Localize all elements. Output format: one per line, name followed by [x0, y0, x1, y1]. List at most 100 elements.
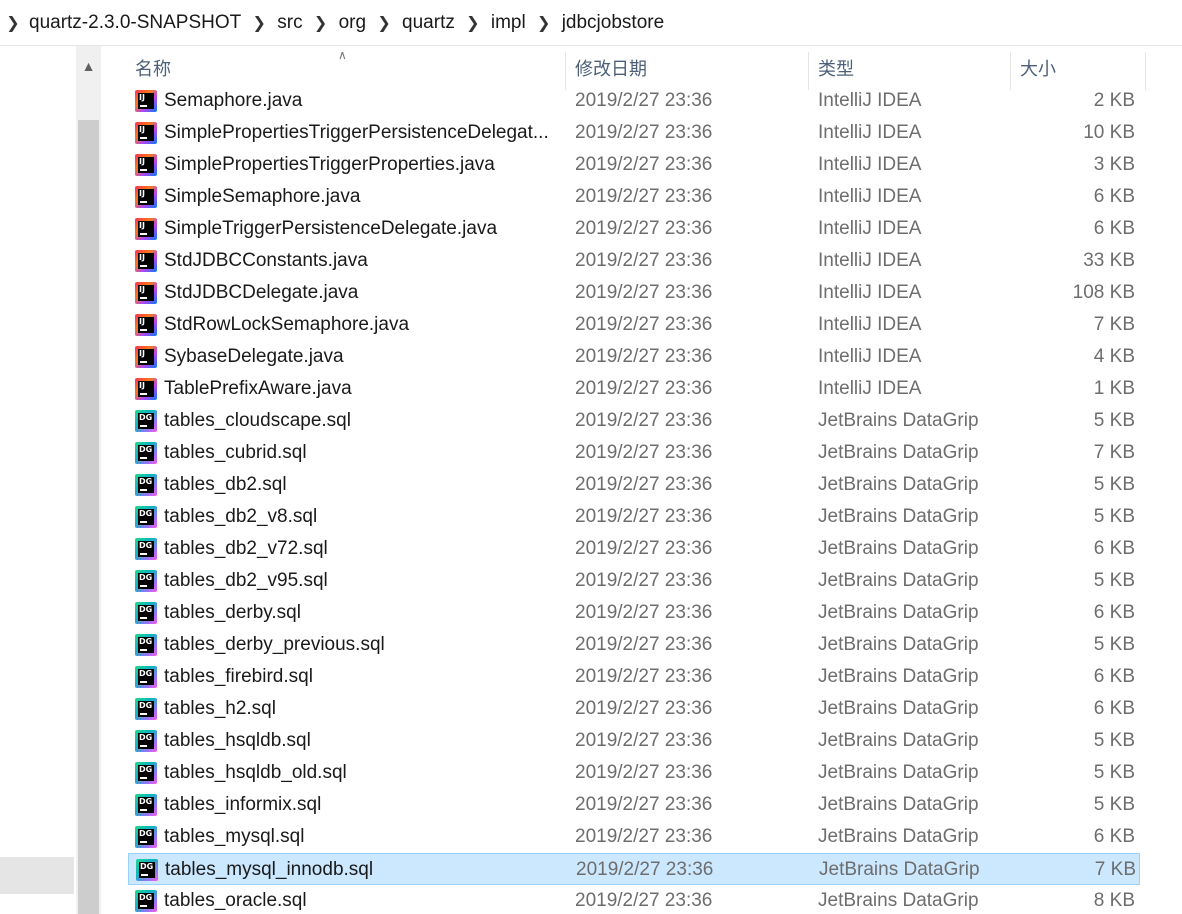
column-header-date[interactable]: 修改日期: [567, 46, 808, 90]
datagrip-file-icon: DG: [135, 826, 157, 848]
file-size: 6 KB: [1093, 602, 1135, 623]
breadcrumb-item-src[interactable]: src: [274, 12, 305, 34]
column-header-name[interactable]: 名称: [127, 46, 567, 90]
file-name: tables_mysql.sql: [164, 826, 305, 847]
file-name: tables_mysql_innodb.sql: [165, 859, 374, 880]
file-icon-glyph: IJ: [138, 317, 154, 333]
file-row[interactable]: DG tables_h2.sql 2019/2/27 23:36 JetBrains …: [128, 693, 1140, 725]
chevron-right-icon[interactable]: ❯: [529, 13, 559, 33]
file-icon-glyph: DG: [138, 413, 154, 429]
file-row[interactable]: DG tables_derby.sql 2019/2/27 23:36 JetBrai…: [128, 597, 1140, 629]
file-icon-glyph: IJ: [138, 93, 154, 109]
file-row[interactable]: DG tables_mysql_innodb.sql 2019/2/27 23:36…: [128, 853, 1140, 885]
file-name: Semaphore.java: [164, 90, 303, 111]
file-size: 6 KB: [1093, 218, 1135, 239]
file-row[interactable]: DG tables_oracle.sql 2019/2/27 23:36 JetBra…: [128, 885, 1140, 914]
file-row[interactable]: IJ TablePrefixAware.java 2019/2/27 23:36 In…: [128, 373, 1140, 405]
file-row[interactable]: DG tables_mysql.sql 2019/2/27 23:36 JetBrai…: [128, 821, 1140, 853]
breadcrumb-item-quartz-2-3-0-snapshot[interactable]: quartz-2.3.0-SNAPSHOT: [26, 12, 244, 34]
file-modified-date: 2019/2/27 23:36: [575, 538, 713, 559]
column-header-type[interactable]: 类型: [810, 46, 1010, 90]
column-divider[interactable]: [1145, 52, 1146, 90]
file-icon-glyph: IJ: [138, 285, 154, 301]
file-type: IntelliJ IDEA: [818, 218, 922, 239]
file-row[interactable]: IJ StdJDBCConstants.java 2019/2/27 23:36 In…: [128, 245, 1140, 277]
file-list: IJ Semaphore.java 2019/2/27 23:36 IntelliJ …: [101, 86, 1182, 914]
file-row[interactable]: DG tables_cloudscape.sql 2019/2/27 23:36 Je…: [128, 405, 1140, 437]
breadcrumb-item-jdbcjobstore[interactable]: jdbcjobstore: [559, 12, 667, 34]
file-row[interactable]: DG tables_cubrid.sql 2019/2/27 23:36 JetBra…: [128, 437, 1140, 469]
file-row[interactable]: DG tables_db2.sql 2019/2/27 23:36 JetBrains…: [128, 469, 1140, 501]
file-name: TablePrefixAware.java: [164, 378, 352, 399]
file-modified-date: 2019/2/27 23:36: [575, 506, 713, 527]
file-name: SimpleSemaphore.java: [164, 186, 361, 207]
intellij-idea-file-icon: IJ: [135, 250, 157, 272]
file-row[interactable]: DG tables_hsqldb_old.sql 2019/2/27 23:36 Je…: [128, 757, 1140, 789]
file-name: StdJDBCConstants.java: [164, 250, 368, 271]
chevron-right-icon[interactable]: ❯: [458, 13, 488, 33]
file-type: IntelliJ IDEA: [818, 122, 922, 143]
datagrip-file-icon: DG: [135, 506, 157, 528]
scrollbar-thumb[interactable]: [78, 120, 99, 914]
file-type: IntelliJ IDEA: [818, 314, 922, 335]
file-size: 7 KB: [1093, 442, 1135, 463]
file-modified-date: 2019/2/27 23:36: [575, 570, 713, 591]
file-row[interactable]: DG tables_db2_v72.sql 2019/2/27 23:36 JetBr…: [128, 533, 1140, 565]
file-row[interactable]: IJ SimpleTriggerPersistenceDelegate.java 2…: [128, 213, 1140, 245]
file-size: 5 KB: [1093, 794, 1135, 815]
file-modified-date: 2019/2/27 23:36: [575, 730, 713, 751]
file-type: JetBrains DataGrip: [818, 666, 979, 687]
file-modified-date: 2019/2/27 23:36: [575, 282, 713, 303]
chevron-right-icon[interactable]: ❯: [244, 13, 274, 33]
file-row[interactable]: DG tables_db2_v8.sql 2019/2/27 23:36 JetBra…: [128, 501, 1140, 533]
chevron-right-icon[interactable]: ❯: [306, 13, 336, 33]
file-name: tables_db2.sql: [164, 474, 287, 495]
file-row[interactable]: DG tables_firebird.sql 2019/2/27 23:36 JetB…: [128, 661, 1140, 693]
file-type: JetBrains DataGrip: [818, 794, 979, 815]
chevron-right-icon[interactable]: ❯: [369, 13, 399, 33]
file-row[interactable]: IJ SimplePropertiesTriggerPersistenceDele…: [128, 117, 1140, 149]
file-type: JetBrains DataGrip: [818, 506, 979, 527]
file-name: tables_oracle.sql: [164, 890, 307, 911]
file-icon-glyph: DG: [138, 797, 154, 813]
file-icon-glyph: DG: [138, 573, 154, 589]
file-row[interactable]: DG tables_hsqldb.sql 2019/2/27 23:36 JetBra…: [128, 725, 1140, 757]
file-icon-glyph: DG: [138, 669, 154, 685]
file-type: JetBrains DataGrip: [818, 730, 979, 751]
file-size: 5 KB: [1093, 762, 1135, 783]
vertical-scrollbar[interactable]: ▲: [76, 46, 101, 914]
file-icon-glyph: IJ: [138, 189, 154, 205]
file-row[interactable]: IJ SimplePropertiesTriggerProperties.java…: [128, 149, 1140, 181]
intellij-idea-file-icon: IJ: [135, 346, 157, 368]
file-name: tables_h2.sql: [164, 698, 276, 719]
file-row[interactable]: IJ StdJDBCDelegate.java 2019/2/27 23:36 Int…: [128, 277, 1140, 309]
column-divider[interactable]: [565, 52, 566, 90]
chevron-right-icon[interactable]: ❯: [0, 13, 26, 33]
file-row[interactable]: IJ SybaseDelegate.java 2019/2/27 23:36 Inte…: [128, 341, 1140, 373]
breadcrumb-item-org[interactable]: org: [336, 12, 369, 34]
column-header-size[interactable]: 大小: [1012, 46, 1144, 90]
navigation-pane-selected-item[interactable]: [0, 857, 74, 894]
file-row[interactable]: DG tables_informix.sql 2019/2/27 23:36 JetB…: [128, 789, 1140, 821]
file-size: 4 KB: [1093, 346, 1135, 367]
scroll-up-arrow-icon[interactable]: ▲: [76, 54, 101, 78]
file-icon-glyph: DG: [138, 637, 154, 653]
datagrip-file-icon: DG: [135, 602, 157, 624]
file-size: 6 KB: [1093, 826, 1135, 847]
file-size: 7 KB: [1093, 314, 1135, 335]
breadcrumb-item-impl[interactable]: impl: [488, 12, 529, 34]
column-divider[interactable]: [1010, 52, 1011, 90]
file-row[interactable]: IJ Semaphore.java 2019/2/27 23:36 IntelliJ …: [128, 86, 1140, 117]
breadcrumb-item-quartz[interactable]: quartz: [399, 12, 458, 34]
file-size: 7 KB: [1094, 859, 1136, 880]
file-icon-glyph: DG: [138, 605, 154, 621]
file-row[interactable]: DG tables_db2_v95.sql 2019/2/27 23:36 JetBr…: [128, 565, 1140, 597]
datagrip-file-icon: DG: [135, 666, 157, 688]
file-row[interactable]: DG tables_derby_previous.sql 2019/2/27 23:…: [128, 629, 1140, 661]
intellij-idea-file-icon: IJ: [135, 122, 157, 144]
file-row[interactable]: IJ SimpleSemaphore.java 2019/2/27 23:36 Int…: [128, 181, 1140, 213]
file-modified-date: 2019/2/27 23:36: [576, 859, 714, 880]
column-divider[interactable]: [808, 52, 809, 90]
file-row[interactable]: IJ StdRowLockSemaphore.java 2019/2/27 23:3…: [128, 309, 1140, 341]
file-type: JetBrains DataGrip: [819, 859, 980, 880]
